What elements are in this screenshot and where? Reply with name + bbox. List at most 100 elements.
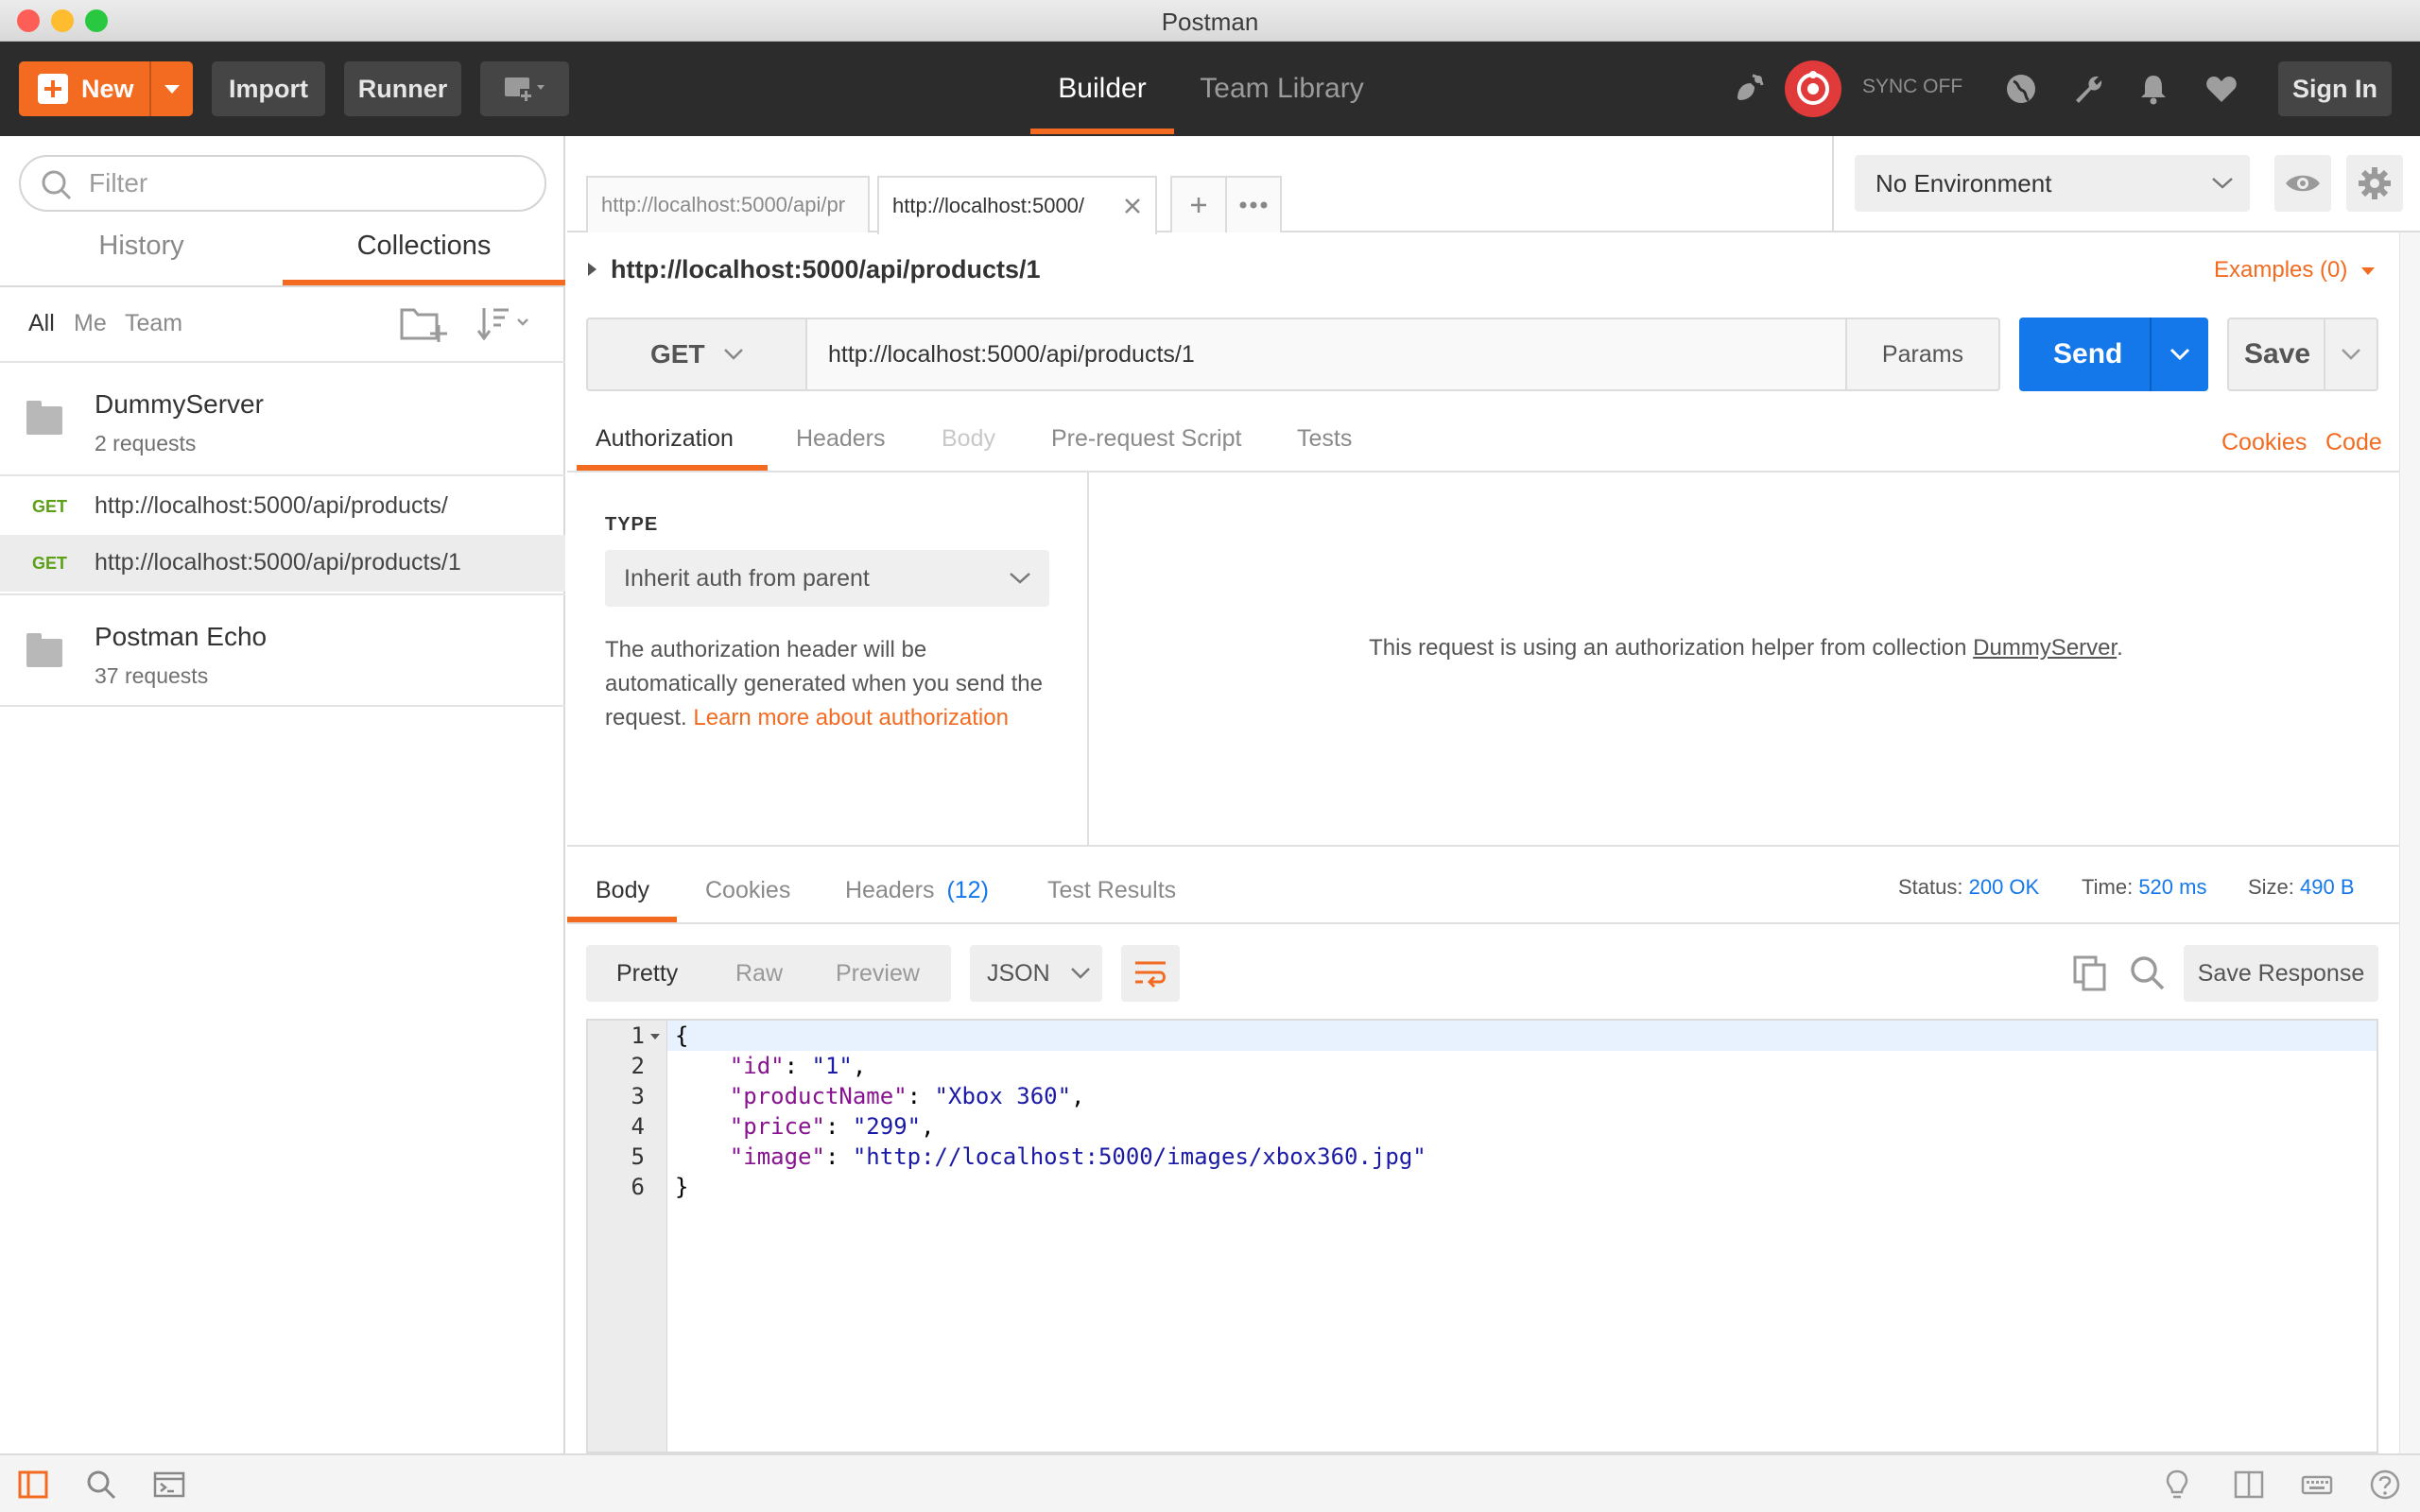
lightbulb-icon[interactable] (2161, 1469, 2193, 1501)
url-input[interactable] (805, 318, 1847, 391)
filter-input[interactable] (89, 157, 524, 210)
request-method: GET (32, 554, 68, 573)
new-collection-icon[interactable] (399, 302, 448, 344)
active-tab-indicator (1030, 129, 1174, 134)
tab-headers[interactable]: Headers (796, 425, 886, 453)
bell-icon[interactable] (2135, 70, 2172, 108)
time-value: 520 ms (2138, 875, 2207, 899)
sync-icon (1797, 71, 1829, 105)
request-tab-active[interactable]: http://localhost:5000/ (877, 176, 1157, 234)
request-tab-bar: http://localhost:5000/api/pr http://loca… (567, 136, 1832, 234)
sort-icon[interactable] (476, 304, 535, 342)
auth-type-select[interactable]: Inherit auth from parent (605, 550, 1049, 607)
chevron-down-icon (723, 349, 743, 360)
two-pane-view-icon[interactable] (2233, 1469, 2265, 1501)
collection-item[interactable]: DummyServer 2 requests (0, 363, 565, 476)
tab-tests[interactable]: Tests (1297, 425, 1352, 453)
view-pretty[interactable]: Pretty (616, 960, 678, 988)
request-title[interactable]: http://localhost:5000/api/products/1 (611, 255, 1041, 284)
runner-button[interactable]: Runner (344, 61, 461, 116)
method-select[interactable]: GET (586, 318, 807, 391)
response-tab-test-results[interactable]: Test Results (1047, 877, 1176, 904)
keyboard-icon[interactable] (2301, 1469, 2333, 1501)
view-raw[interactable]: Raw (735, 960, 783, 988)
filter-all[interactable]: All (28, 310, 55, 337)
view-preview[interactable]: Preview (836, 960, 920, 988)
filter-team[interactable]: Team (125, 310, 182, 337)
fold-toggle-icon[interactable] (650, 1034, 660, 1040)
tab-team-library[interactable]: Team Library (1185, 42, 1378, 136)
import-button[interactable]: Import (212, 61, 325, 116)
json-key: "productName" (729, 1083, 908, 1109)
environment-select[interactable]: No Environment (1855, 155, 2250, 212)
response-tab-body[interactable]: Body (596, 877, 649, 904)
code-line: "productName": "Xbox 360", (729, 1083, 1085, 1109)
view-mode-group: Pretty Raw Preview (586, 945, 951, 1002)
console-icon[interactable] (153, 1469, 185, 1501)
tab-authorization[interactable]: Authorization (596, 425, 734, 453)
collection-item[interactable]: Postman Echo 37 requests (0, 593, 565, 707)
response-tab-headers[interactable]: Headers (12) (845, 877, 989, 904)
search-icon[interactable] (2129, 954, 2167, 992)
caret-right-icon[interactable] (588, 263, 596, 276)
runner-label: Runner (357, 74, 448, 103)
heart-icon[interactable] (2203, 70, 2240, 108)
more-tabs-button[interactable] (1225, 176, 1282, 232)
response-body-editor[interactable]: 1 2 3 4 5 6 { "id": "1", "productName": … (586, 1019, 2378, 1453)
filter-box[interactable] (19, 155, 546, 212)
collection-name: Postman Echo (95, 622, 268, 651)
send-button[interactable]: Send (2019, 318, 2208, 391)
collection-link[interactable]: DummyServer (1973, 635, 2117, 661)
tab-body[interactable]: Body (942, 425, 995, 453)
wrap-lines-button[interactable] (1121, 945, 1180, 1002)
headers-count-badge: (12) (946, 877, 989, 903)
filter-me[interactable]: Me (74, 310, 107, 337)
toggle-sidebar-icon[interactable] (17, 1469, 49, 1501)
save-response-button[interactable]: Save Response (2184, 945, 2378, 1002)
response-tab-headers-label: Headers (845, 877, 935, 903)
caret-down-icon (164, 84, 180, 94)
status-label: Status: (1898, 875, 1963, 899)
cookies-link[interactable]: Cookies (2221, 429, 2307, 456)
request-tab[interactable]: http://localhost:5000/api/pr (586, 176, 870, 232)
tab-builder[interactable]: Builder (1030, 42, 1174, 136)
save-button[interactable]: Save (2227, 318, 2378, 391)
vertical-scrollbar[interactable] (2399, 232, 2420, 1453)
ellipsis-icon (1239, 201, 1268, 209)
line-number: 3 (631, 1083, 645, 1109)
tab-pre-request-script[interactable]: Pre-request Script (1051, 425, 1241, 453)
wrench-icon[interactable] (2070, 70, 2108, 108)
learn-more-link[interactable]: Learn more about authorization (693, 705, 1009, 730)
collection-name: DummyServer (95, 389, 264, 419)
request-item-selected[interactable]: GET http://localhost:5000/api/products/1 (0, 535, 565, 592)
request-item[interactable]: GET http://localhost:5000/api/products/ (0, 478, 565, 535)
save-dropdown-button[interactable] (2324, 319, 2377, 389)
close-icon[interactable] (1123, 197, 1142, 215)
format-select[interactable]: JSON (970, 945, 1102, 1002)
manage-environments-button[interactable] (2346, 155, 2403, 212)
eye-icon (2286, 175, 2320, 192)
sign-in-button[interactable]: Sign In (2278, 61, 2392, 116)
response-tab-cookies[interactable]: Cookies (705, 877, 790, 904)
params-button[interactable]: Params (1845, 318, 2000, 391)
new-window-button[interactable] (480, 61, 569, 116)
examples-dropdown[interactable]: Examples (0) (2214, 257, 2376, 284)
new-button[interactable]: New (19, 61, 193, 116)
environment-quick-look-button[interactable] (2274, 155, 2331, 212)
tab-history[interactable]: History (0, 231, 283, 289)
new-dropdown-button[interactable] (149, 61, 193, 116)
satellite-icon[interactable] (1730, 70, 1768, 108)
new-tab-button[interactable] (1170, 176, 1227, 232)
sync-status-button[interactable] (1785, 60, 1841, 117)
code-link[interactable]: Code (2325, 429, 2382, 456)
json-value: "http://localhost:5000/images/xbox360.jp… (852, 1143, 1426, 1170)
save-response-label: Save Response (2197, 959, 2365, 987)
send-label: Send (2053, 338, 2123, 369)
send-dropdown-button[interactable] (2150, 318, 2208, 391)
search-icon[interactable] (85, 1469, 117, 1501)
globe-icon[interactable] (2002, 70, 2040, 108)
copy-icon[interactable] (2072, 954, 2108, 992)
help-icon[interactable] (2369, 1469, 2401, 1501)
plus-icon (1191, 198, 1206, 213)
new-button-label: New (81, 74, 134, 103)
